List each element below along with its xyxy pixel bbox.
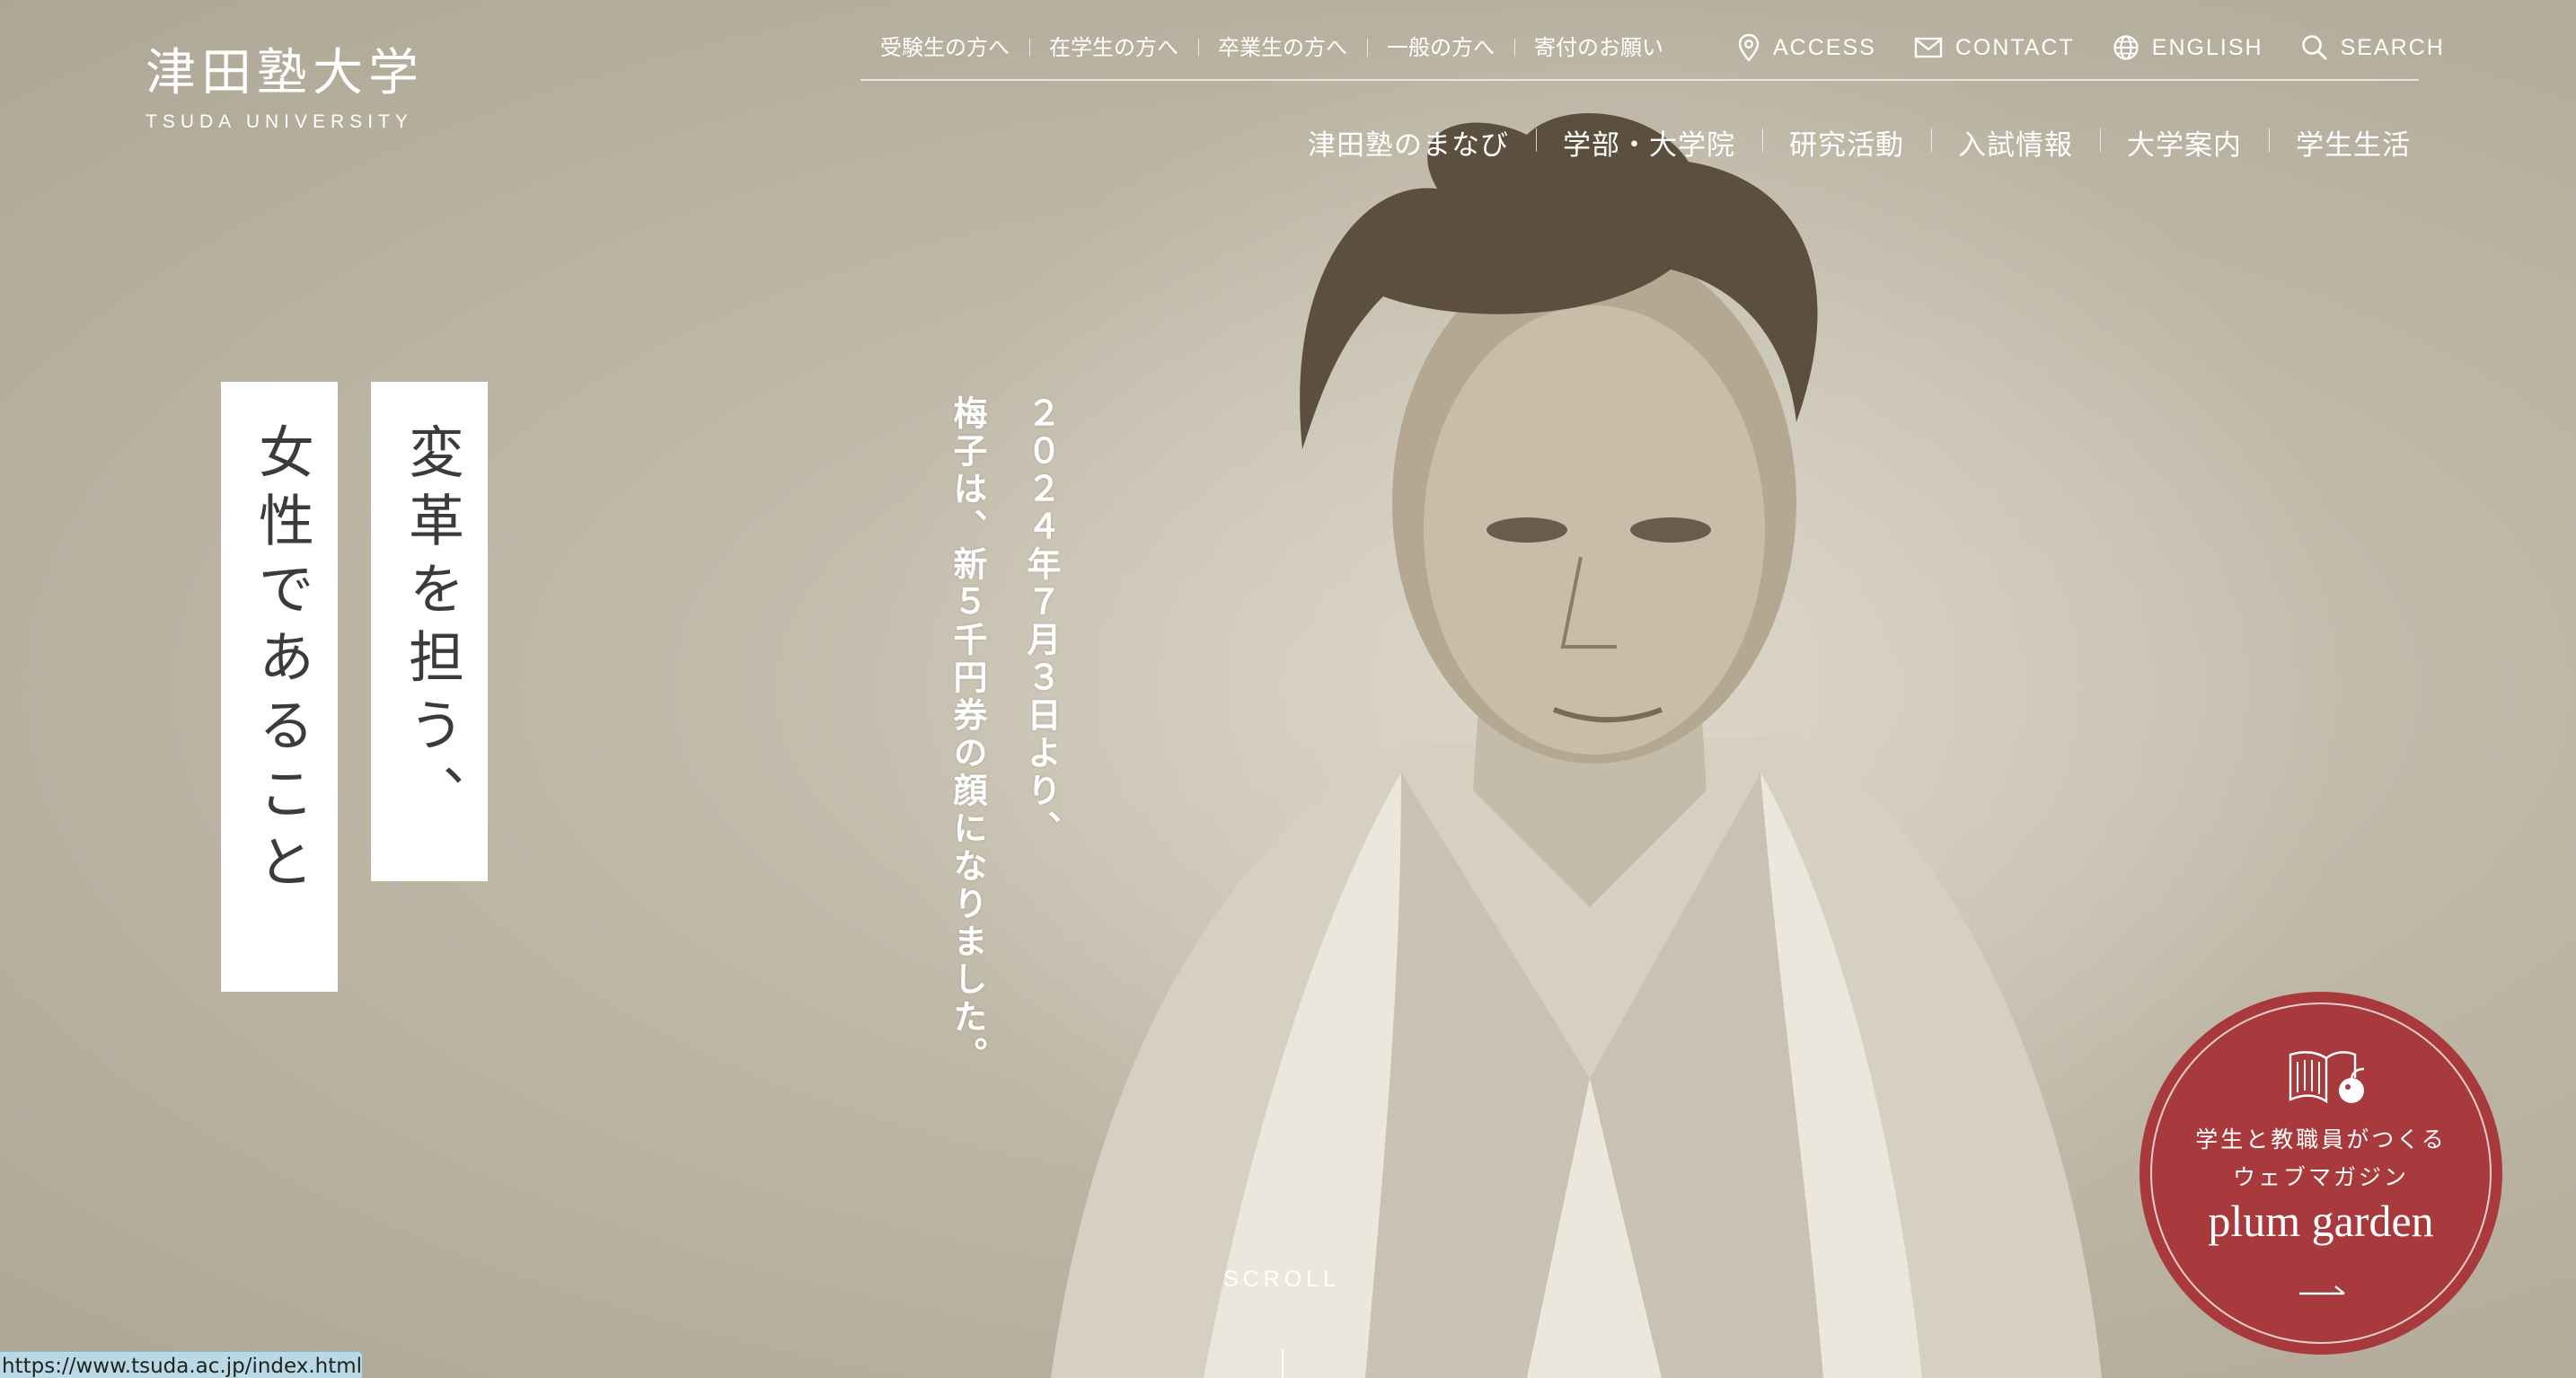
english-link[interactable]: ENGLISH: [2113, 34, 2263, 61]
link-general-public[interactable]: 一般の方へ: [1367, 37, 1514, 58]
nav-about[interactable]: 大学案内: [2100, 122, 2269, 163]
link-prospective-students[interactable]: 受験生の方へ: [860, 37, 1029, 58]
mail-icon: [1914, 37, 1943, 58]
logo-english: TSUDA UNIVERSITY: [146, 111, 413, 132]
contact-link[interactable]: CONTACT: [1914, 35, 2075, 61]
english-label: ENGLISH: [2151, 34, 2263, 60]
nav-admissions[interactable]: 入試情報: [1931, 122, 2100, 163]
utility-actions: ACCESS CONTACT ENGLISH SEARCH: [1699, 33, 2445, 62]
nav-research[interactable]: 研究活動: [1762, 122, 1931, 163]
nav-learning[interactable]: 津田塾のまなび: [1281, 122, 1536, 163]
link-alumni[interactable]: 卒業生の方へ: [1198, 37, 1367, 58]
link-current-students[interactable]: 在学生の方へ: [1029, 37, 1198, 58]
scroll-indicator[interactable]: SCROLL: [1200, 1267, 1363, 1293]
plum-line-2: ウェブマガジン: [2232, 1164, 2409, 1190]
university-logo[interactable]: 津田塾大学 TSUDA UNIVERSITY: [146, 49, 424, 133]
hero-tagline-line-1: 変革を担う、: [371, 382, 488, 881]
nav-campus-life[interactable]: 学生生活: [2269, 122, 2411, 163]
browser-status-url: https://www.tsuda.ac.jp/index.html: [0, 1351, 363, 1378]
search-link[interactable]: SEARCH: [2301, 34, 2445, 61]
access-label: ACCESS: [1773, 34, 1876, 60]
scroll-line: [1282, 1349, 1284, 1378]
map-pin-icon: [1738, 33, 1760, 62]
banknote-announcement[interactable]: ２０２４年７月３日より、 梅子は、新５千円券の顔になりました。: [931, 395, 1078, 1204]
logo-japanese: 津田塾大学: [146, 44, 424, 102]
contact-label: CONTACT: [1954, 34, 2075, 60]
main-nav: 津田塾のまなび 学部・大学院 研究活動 入試情報 大学案内 学生生活: [1281, 122, 2411, 163]
globe-icon: [2113, 35, 2139, 60]
book-plum-icon: [2289, 1051, 2365, 1104]
plum-description: 学生と教職員がつくる ウェブマガジン: [2143, 1121, 2499, 1197]
plum-garden-title: plum garden: [2208, 1196, 2434, 1246]
plum-garden-badge[interactable]: 学生と教職員がつくる ウェブマガジン plum garden: [2143, 995, 2499, 1351]
nav-faculties[interactable]: 学部・大学院: [1536, 122, 1762, 163]
plum-line-1: 学生と教職員がつくる: [2195, 1126, 2447, 1153]
arrow-right-icon: [2299, 1285, 2345, 1295]
hero-tagline-line-2: 女性であること: [221, 382, 338, 992]
access-link[interactable]: ACCESS: [1737, 33, 1876, 62]
announcement-text: ２０２４年７月３日より、 梅子は、新５千円券の顔になりました。: [948, 395, 1062, 1074]
search-label: SEARCH: [2340, 34, 2445, 60]
link-donation[interactable]: 寄付のお願い: [1514, 37, 1683, 58]
search-icon: [2301, 35, 2327, 60]
utility-nav: 受験生の方へ 在学生の方へ 卒業生の方へ 一般の方へ 寄付のお願い ACCESS…: [860, 16, 2443, 81]
